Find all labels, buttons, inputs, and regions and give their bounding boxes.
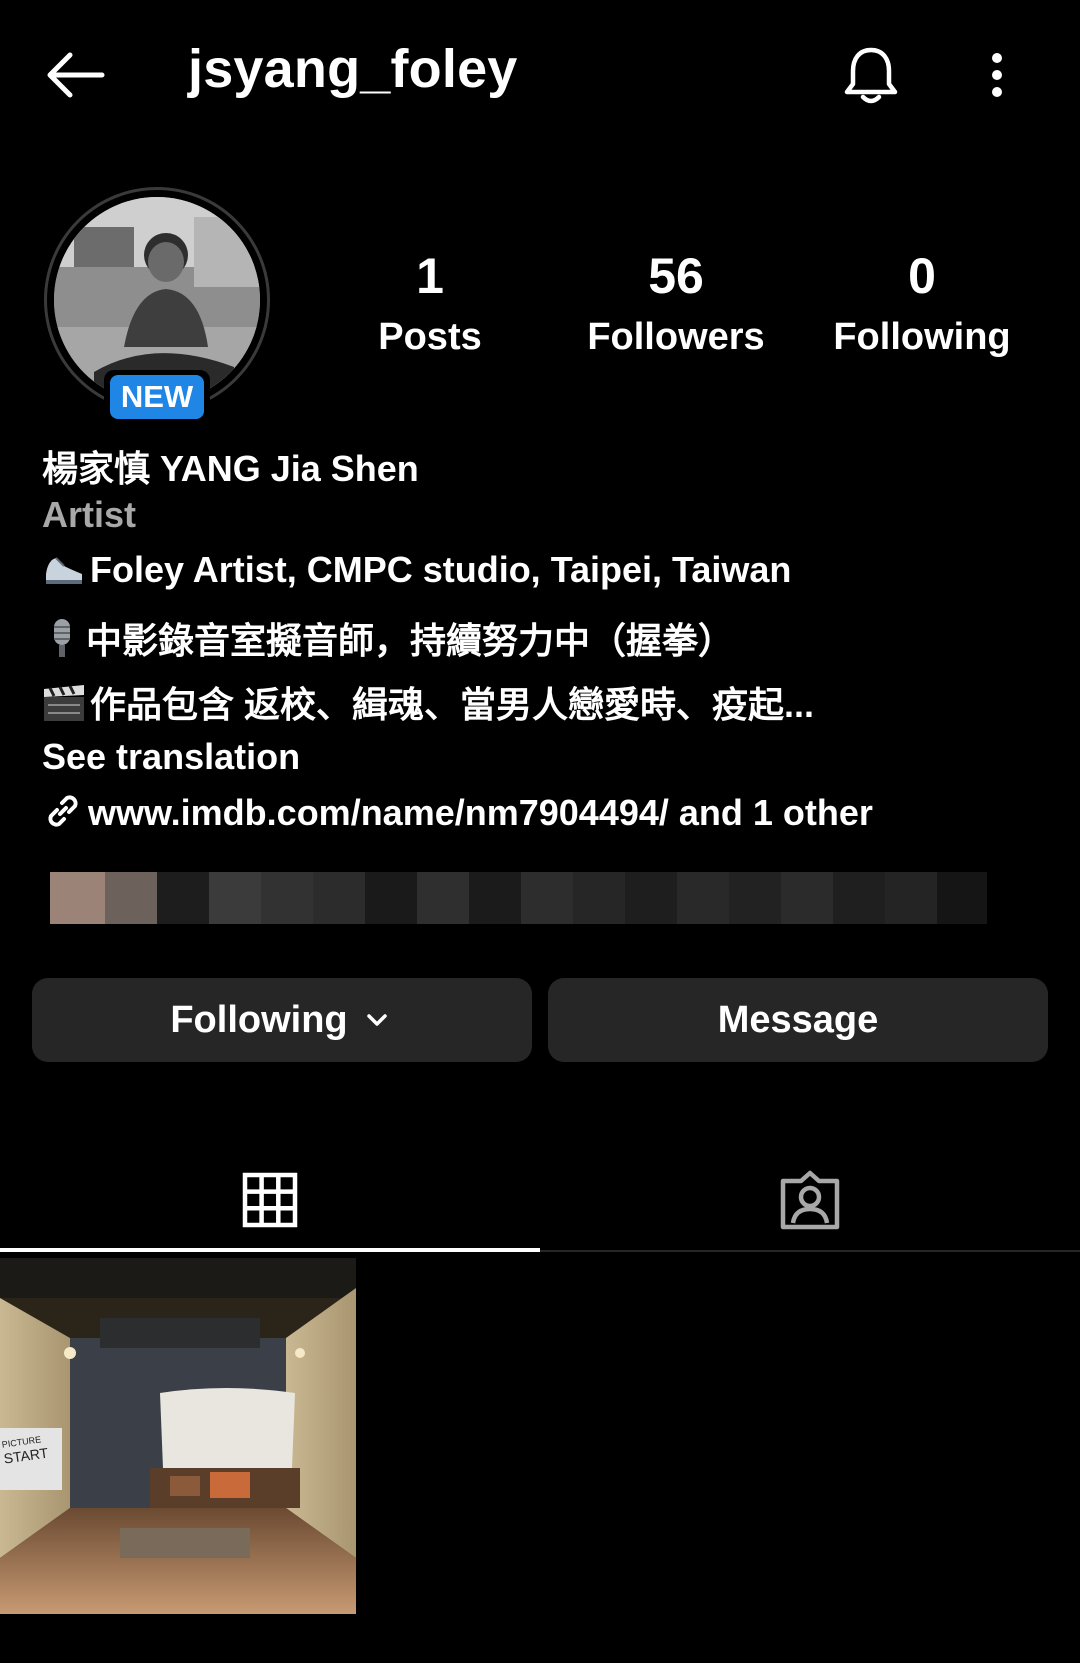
posts-label: Posts [378,316,482,358]
external-link[interactable]: www.imdb.com/name/nm7904494/ and 1 other [42,790,873,841]
more-options-button[interactable] [972,40,1022,110]
bio-line-2-text: 中影錄音室擬音師，持續努力中（握拳） [86,620,735,661]
back-button[interactable] [34,40,114,110]
stat-following[interactable]: 0 Following [802,248,1042,362]
external-link-text: www.imdb.com/name/nm7904494/ and 1 other [88,792,873,834]
arrow-left-icon [47,52,105,98]
grid-icon [242,1172,298,1228]
profile-full-name: 楊家慎 YANG Jia Shen [42,448,419,489]
message-button[interactable]: Message [548,978,1048,1062]
tagged-person-icon [780,1170,840,1230]
profile-username: jsyang_foley [188,39,518,99]
notifications-button[interactable] [835,36,907,116]
bio-line-1: Foley Artist, CMPC studio, Taipei, Taiwa… [42,548,791,597]
profile-category: Artist [42,494,137,535]
stat-posts[interactable]: 1 Posts [310,248,550,362]
microphone-icon [42,617,82,670]
new-badge-label: NEW [110,375,204,419]
chevron-down-icon [366,1014,387,1026]
posts-count: 1 [416,248,444,304]
see-translation-link[interactable]: See translation [42,736,300,778]
followers-count: 56 [648,248,704,304]
tab-divider [540,1250,1080,1252]
redacted-mosaic [50,868,1000,928]
tab-posts-grid[interactable] [0,1148,540,1252]
following-button-label: Following [170,998,348,1041]
stat-followers[interactable]: 56 Followers [556,248,796,362]
bio-line-3: 作品包含 返校、緝魂、當男人戀愛時、疫起... [42,676,814,732]
message-button-label: Message [717,998,879,1041]
tab-active-indicator [0,1248,540,1252]
more-vertical-icon [992,53,1002,97]
tab-tagged[interactable] [540,1148,1080,1252]
bio-line-1-text: Foley Artist, CMPC studio, Taipei, Taiwa… [90,549,792,591]
following-button[interactable]: Following [32,978,532,1062]
bell-icon [844,47,898,104]
post-thumbnail[interactable]: START PICTURE [0,1258,356,1614]
bio-line-2: 中影錄音室擬音師，持續努力中（握拳） [42,612,734,670]
new-badge: NEW [104,370,210,424]
following-label: Following [833,316,1011,358]
shoe-icon [42,548,86,597]
post-thumbnail-image: START PICTURE [0,1258,356,1614]
followers-label: Followers [587,316,765,358]
link-icon [42,790,84,841]
clapperboard-icon [42,683,86,732]
following-count: 0 [908,248,936,304]
bio-line-3-text: 作品包含 返校、緝魂、當男人戀愛時、疫起... [90,684,815,725]
